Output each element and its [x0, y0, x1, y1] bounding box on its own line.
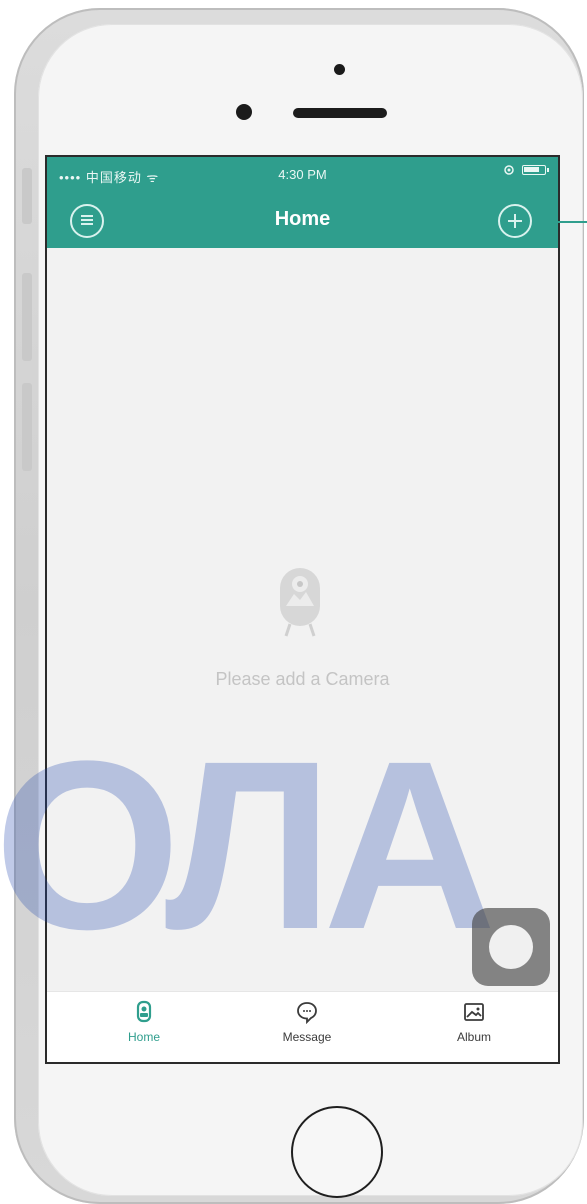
home-button	[291, 1106, 383, 1198]
tab-album[interactable]: Album	[419, 1000, 529, 1044]
front-camera	[236, 104, 252, 120]
mockup-stage: •••• 中国移动 ᯤ 4:30 PM Home Please add a Ca…	[0, 0, 587, 1204]
volume-down-button	[22, 383, 32, 471]
empty-state-text: Please add a Camera	[215, 669, 390, 689]
status-icons	[504, 165, 549, 175]
tab-bar: Home Message Album	[47, 991, 558, 1062]
add-camera-button[interactable]	[498, 204, 532, 238]
mute-switch	[22, 168, 32, 224]
earpiece-speaker	[293, 108, 387, 118]
annotation-pointer-line	[542, 221, 587, 223]
battery-icon	[522, 165, 549, 175]
assistive-touch-button[interactable]	[472, 908, 550, 986]
status-time: 4:30 PM	[278, 167, 327, 182]
tab-home[interactable]: Home	[89, 1000, 199, 1044]
status-bar: •••• 中国移动 ᯤ 4:30 PM	[47, 157, 558, 193]
page-title: Home	[274, 208, 331, 230]
add-icon-vertical	[514, 214, 516, 228]
location-icon	[504, 165, 514, 175]
battery-level	[524, 167, 540, 172]
message-icon	[297, 1002, 317, 1024]
tab-album-label: Album	[456, 1030, 491, 1044]
tab-home-label: Home	[127, 1030, 160, 1044]
tab-message[interactable]: Message	[252, 1000, 362, 1044]
battery-tip	[547, 168, 549, 172]
tab-message-label: Message	[282, 1030, 332, 1044]
assistive-touch-icon	[489, 925, 533, 969]
volume-up-button	[22, 273, 32, 361]
camera-icon	[280, 568, 320, 637]
proximity-sensor	[334, 64, 345, 75]
camera-tab-icon	[136, 1000, 152, 1023]
navigation-bar: Home	[47, 193, 558, 248]
album-icon	[464, 1003, 484, 1021]
